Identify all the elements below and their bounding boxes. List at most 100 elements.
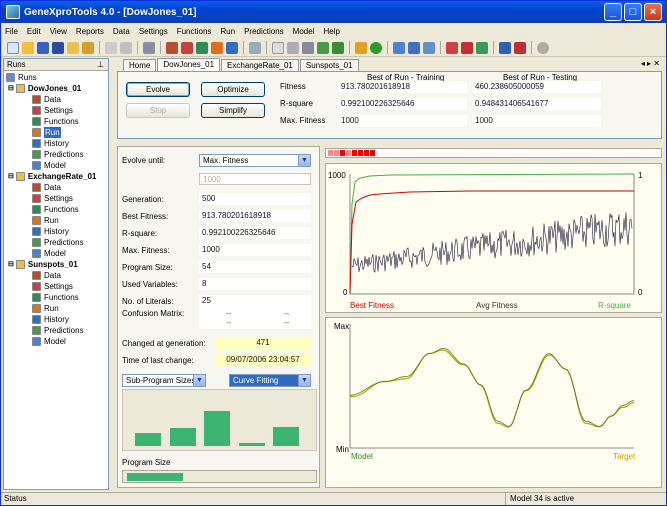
go-icon[interactable] [370, 41, 382, 54]
stop-button[interactable]: Stop [126, 103, 190, 118]
tree-item-data[interactable]: Data [32, 94, 61, 105]
report-red-icon[interactable] [446, 41, 458, 54]
menu-predictions[interactable]: Predictions [244, 27, 284, 36]
copy-icon[interactable] [105, 41, 117, 54]
tab-exchangerate[interactable]: ExchangeRate_01 [221, 59, 299, 71]
collapse-icon[interactable]: ⊟ [8, 259, 14, 270]
data-icon [32, 95, 41, 104]
page-icon[interactable] [272, 41, 284, 54]
gear-icon[interactable] [287, 41, 299, 54]
data-icon[interactable] [166, 41, 178, 54]
tree-item-data[interactable]: Data [32, 182, 61, 193]
evolve-until-input[interactable]: 1000 [199, 173, 311, 185]
chart2-icon[interactable] [332, 41, 344, 54]
tree-item-functions[interactable]: Functions [32, 292, 79, 303]
tree-item-run[interactable]: Run [32, 215, 59, 226]
tree-item-history[interactable]: History [32, 314, 69, 325]
chevron-down-icon[interactable]: ▼ [298, 375, 310, 386]
settings-icon[interactable] [181, 41, 193, 54]
report-icon[interactable] [143, 41, 155, 54]
menu-file[interactable]: File [5, 27, 18, 36]
report-red2-icon[interactable] [461, 41, 473, 54]
chart-icon[interactable] [317, 41, 329, 54]
menu-help[interactable]: Help [323, 27, 339, 36]
pin-icon[interactable]: ⊥ [97, 59, 104, 70]
avg-fitness-series-line [351, 212, 633, 273]
tree-root[interactable]: Runs [6, 72, 37, 83]
tree-run-1[interactable]: ⊟ ExchangeRate_01 [8, 171, 96, 182]
close-button[interactable]: × [644, 3, 662, 21]
functions-icon[interactable] [196, 41, 208, 54]
tree-item-run[interactable]: Run [32, 303, 59, 314]
subprogram-histogram [122, 389, 317, 451]
wrench-icon[interactable] [302, 41, 314, 54]
changed-at-field: 471 [215, 337, 311, 349]
menu-data[interactable]: Data [113, 27, 130, 36]
tree-item-model[interactable]: Model [32, 160, 66, 171]
menu-settings[interactable]: Settings [139, 27, 168, 36]
menu-functions[interactable]: Functions [177, 27, 212, 36]
menu-run[interactable]: Run [220, 27, 235, 36]
chevron-down-icon[interactable]: ▼ [298, 155, 310, 166]
tree-item-model[interactable]: Model [32, 248, 66, 259]
evolve-button[interactable]: Evolve [126, 82, 190, 97]
curve-y-bottom: Min [336, 445, 349, 454]
tab-dowjones[interactable]: DowJones_01 [157, 58, 221, 71]
doc-red-icon[interactable] [514, 41, 526, 54]
curve-y-top: Max [334, 322, 350, 331]
tree-run-0[interactable]: ⊟ DowJones_01 [8, 83, 81, 94]
histogram-bar [204, 411, 230, 446]
maximize-button[interactable]: □ [624, 3, 642, 21]
optimize-button[interactable]: Optimize [201, 82, 265, 97]
chevron-down-icon[interactable]: ▼ [193, 375, 205, 386]
curve-fit-chart-svg [349, 324, 635, 449]
folder-icon[interactable] [67, 41, 79, 54]
tree-item-settings[interactable]: Settings [32, 193, 73, 204]
tree-item-functions[interactable]: Functions [32, 204, 79, 215]
chart-type-dropdown[interactable]: Curve Fitting ▼ [229, 374, 311, 387]
tree-item-history[interactable]: History [32, 138, 69, 149]
tree-item-data[interactable]: Data [32, 270, 61, 281]
save-icon[interactable] [37, 41, 49, 54]
tree-run-2[interactable]: ⊟ Sunspots_01 [8, 259, 78, 270]
menu-reports[interactable]: Reports [76, 27, 104, 36]
evolve-until-dropdown[interactable]: Max. Fitness ▼ [199, 154, 311, 167]
tree-item-predictions[interactable]: Predictions [32, 149, 84, 160]
tab-home[interactable]: Home [123, 59, 157, 71]
run-icon[interactable] [211, 41, 223, 54]
menu-model[interactable]: Model [293, 27, 315, 36]
tab-sunspots[interactable]: Sunspots_01 [299, 59, 359, 71]
help-icon[interactable] [537, 41, 549, 54]
history-icon[interactable] [226, 41, 238, 54]
subprogram-dropdown[interactable]: Sub-Program Sizes ▼ [122, 374, 206, 387]
collapse-icon[interactable]: ⊟ [8, 171, 14, 182]
menu-view[interactable]: View [50, 27, 67, 36]
open-icon[interactable] [22, 41, 34, 54]
export-icon[interactable] [82, 41, 94, 54]
new-icon[interactable] [7, 41, 19, 54]
minimize-button[interactable]: _ [604, 3, 622, 21]
tree-item-settings[interactable]: Settings [32, 105, 73, 116]
brush-icon[interactable] [355, 41, 367, 54]
doc-icon[interactable] [499, 41, 511, 54]
tree-item-run[interactable]: Run [32, 127, 61, 138]
menu-edit[interactable]: Edit [27, 27, 41, 36]
tree-item-predictions[interactable]: Predictions [32, 237, 84, 248]
functions-icon [32, 117, 41, 126]
simplify-button[interactable]: Simplify [201, 103, 265, 118]
histogram-bar [273, 427, 299, 446]
tool-icon[interactable] [249, 41, 261, 54]
tree-item-history[interactable]: History [32, 226, 69, 237]
grid-icon[interactable] [423, 41, 435, 54]
tree-item-settings[interactable]: Settings [32, 281, 73, 292]
tree-item-functions[interactable]: Functions [32, 116, 79, 127]
tree-item-predictions[interactable]: Predictions [32, 325, 84, 336]
tree-item-model[interactable]: Model [32, 336, 66, 347]
print-icon[interactable] [120, 41, 132, 54]
tab-nav-icons[interactable]: ◂ ▸ ✕ [641, 59, 660, 68]
report-green-icon[interactable] [476, 41, 488, 54]
tree-icon[interactable] [408, 41, 420, 54]
collapse-icon[interactable]: ⊟ [8, 83, 14, 94]
model-icon[interactable] [393, 41, 405, 54]
save-all-icon[interactable] [52, 41, 64, 54]
